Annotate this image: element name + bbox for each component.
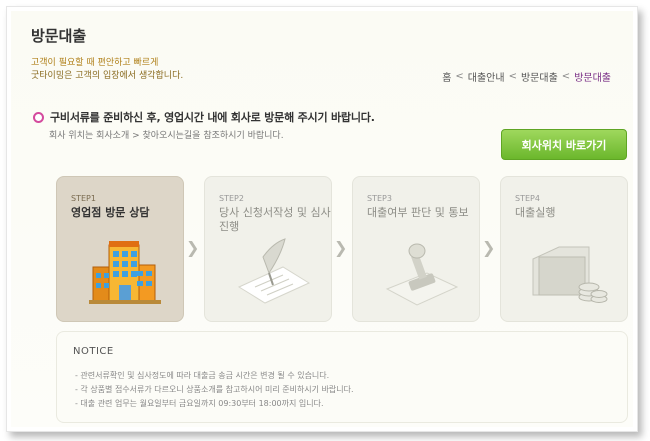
step-number: STEP1 (71, 194, 96, 203)
money-folder-icon (532, 246, 608, 303)
breadcrumb-separator: < (561, 71, 571, 82)
breadcrumb-home[interactable]: 홈 (442, 69, 451, 84)
step-number: STEP3 (367, 194, 392, 203)
step-number: STEP4 (515, 194, 540, 203)
stamp-icon (385, 243, 459, 306)
breadcrumb: 홈 < 대출안내 < 방문대출 < 방문대출 (442, 69, 611, 84)
intro-note: 회사 위치는 회사소개 > 찾아오시는길을 참조하시기 바랍니다. (49, 131, 284, 141)
content-frame: 방문대출 고객이 필요할 때 편안하고 빠르게 굿타이밍은 고객의 입장에서 생… (6, 6, 638, 432)
company-location-button[interactable]: 회사위치 바로가기 (501, 129, 627, 160)
building-icon (89, 241, 161, 304)
page-title: 방문대출 (31, 27, 87, 45)
step-number: STEP2 (219, 194, 244, 203)
step-2-card: STEP2 당사 신청서작성 및 심사진행 (204, 176, 332, 322)
breadcrumb-separator: < (508, 71, 517, 82)
step-label: 영업점 방문 상담 (71, 206, 150, 219)
page-subtitle-2: 굿타이밍은 고객의 입장에서 생각합니다. (31, 71, 184, 81)
intro-headline: 구비서류를 준비하신 후, 영업시간 내에 회사로 방문해 주시기 바랍니다. (50, 111, 375, 124)
breadcrumb-loan-info[interactable]: 대출안내 (468, 69, 505, 84)
circle-bullet-icon (33, 111, 44, 123)
step-1-card: STEP1 영업점 방문 상담 (56, 176, 184, 322)
notice-item: - 각 상품별 접수서류가 다르오니 상품소개를 참고하시어 미리 준비하시기 … (75, 385, 354, 394)
notice-item: - 관련서류확인 및 심사정도에 따라 대출금 송금 시간은 변경 될 수 있습… (75, 371, 330, 380)
process-steps: STEP1 영업점 방문 상담 ❯ STEP2 당사 신청서작성 및 심사진행 … (56, 176, 628, 322)
step-label: 당사 신청서작성 및 심사진행 (219, 206, 331, 233)
step-4-card: STEP4 대출실행 (500, 176, 628, 322)
notice-item: - 대출 관련 업무는 월요일부터 금요일까지 09:30부터 18:00까지 … (75, 399, 324, 408)
chevron-right-icon: ❯ (482, 238, 496, 257)
breadcrumb-separator: < (455, 71, 464, 82)
chevron-right-icon: ❯ (186, 238, 200, 257)
step-3-card: STEP3 대출여부 판단 및 통보 (352, 176, 480, 322)
breadcrumb-visit-loan[interactable]: 방문대출 (521, 69, 558, 84)
notice-title: NOTICE (73, 346, 114, 357)
breadcrumb-current: 방문대출 (574, 73, 611, 84)
intro-row: 구비서류를 준비하신 후, 영업시간 내에 회사로 방문해 주시기 바랍니다. (33, 109, 375, 125)
notice-box: NOTICE - 관련서류확인 및 심사정도에 따라 대출금 송금 시간은 변경… (56, 331, 628, 423)
step-label: 대출실행 (515, 206, 556, 219)
chevron-right-icon: ❯ (334, 238, 348, 257)
pen-paper-icon (237, 238, 311, 304)
content-panel: 방문대출 고객이 필요할 때 편안하고 빠르게 굿타이밍은 고객의 입장에서 생… (11, 11, 633, 427)
step-label: 대출여부 판단 및 통보 (367, 206, 469, 219)
page-subtitle-1: 고객이 필요할 때 편안하고 빠르게 (31, 58, 159, 68)
